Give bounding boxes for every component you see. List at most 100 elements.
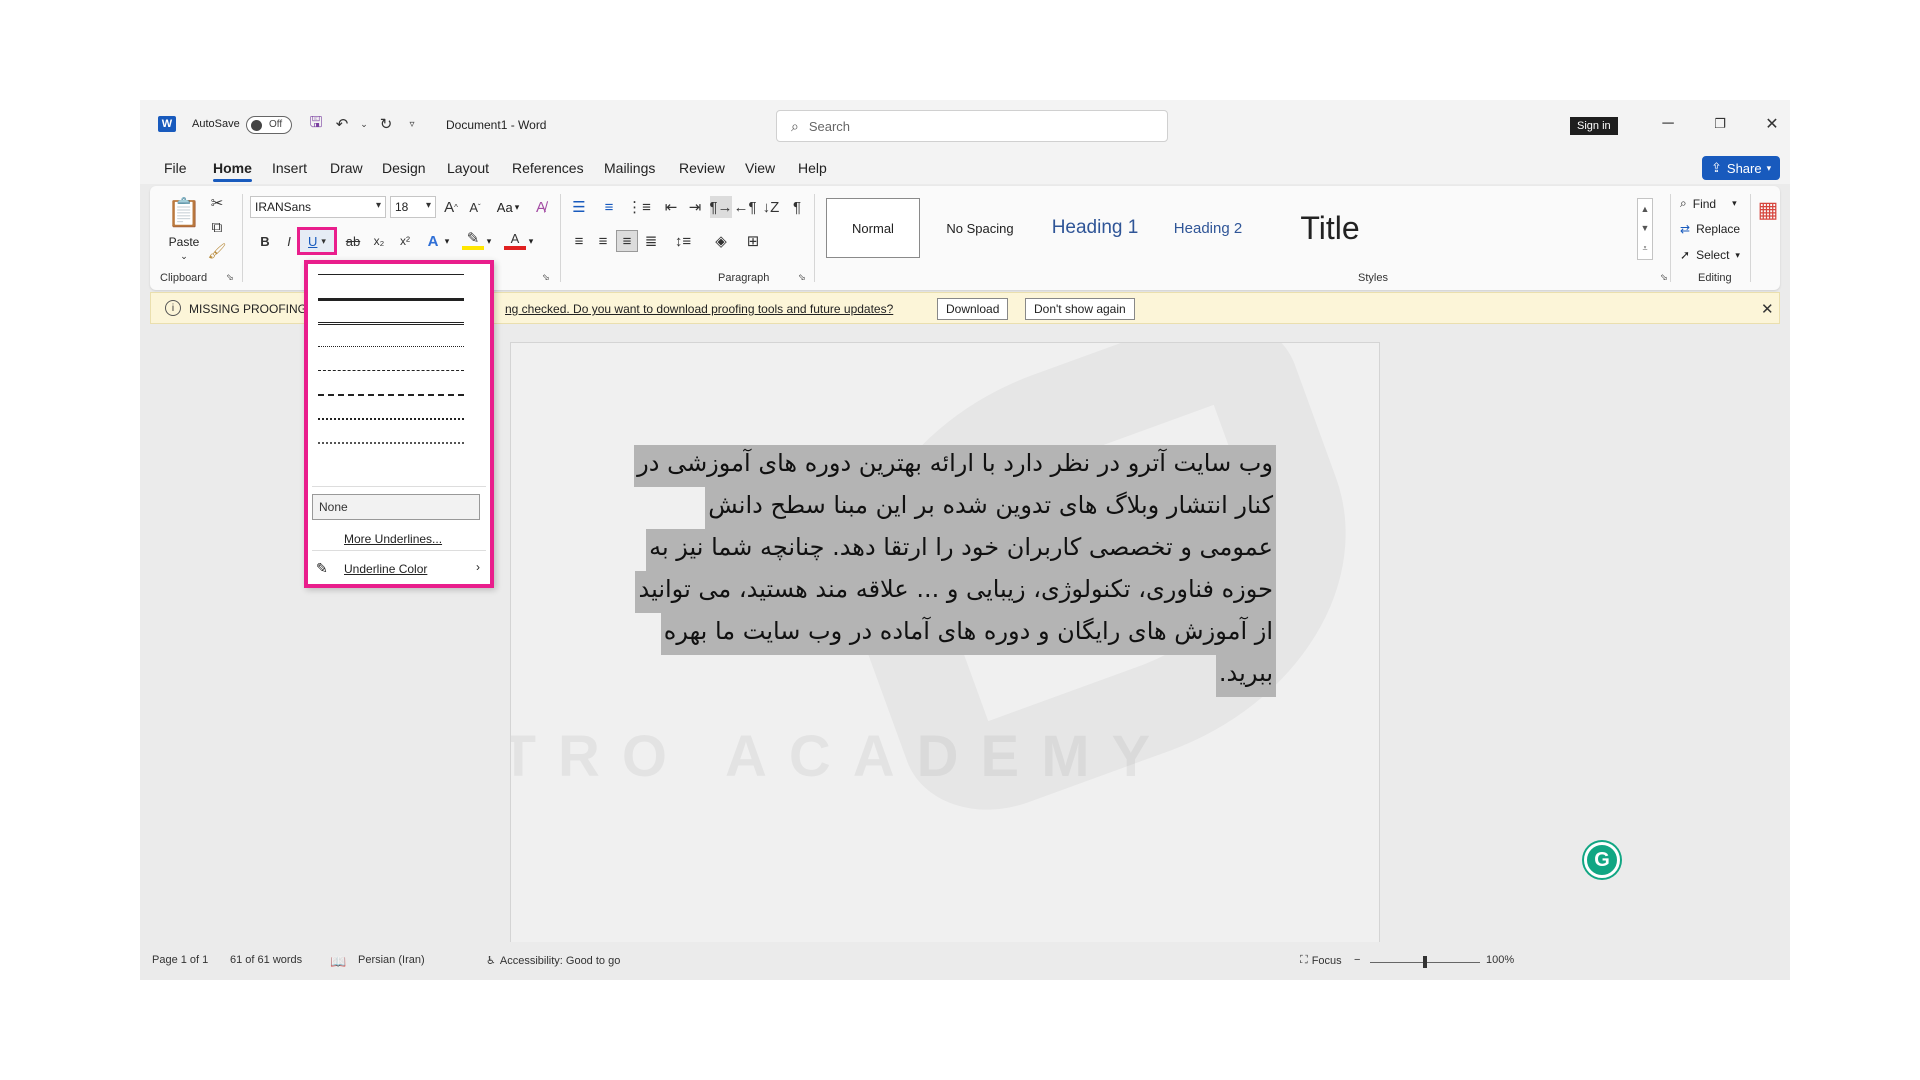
paste-icon[interactable]: 📋 — [164, 192, 204, 232]
cut-icon[interactable]: ✂ — [206, 192, 228, 214]
style-no-spacing[interactable]: No Spacing — [930, 198, 1030, 258]
numbering-icon[interactable]: ≡ — [598, 196, 620, 218]
underline-none[interactable]: None — [312, 494, 480, 520]
font-name-combo[interactable]: IRANSans ▾ — [250, 196, 386, 218]
underline-dot-dash[interactable] — [318, 394, 464, 396]
rtl-direction-icon[interactable]: ←¶ — [733, 196, 756, 218]
shrink-font-icon[interactable]: Aˇ — [464, 196, 486, 218]
tab-references[interactable]: References — [512, 160, 584, 176]
style-heading-2[interactable]: Heading 2 — [1158, 198, 1258, 258]
align-left-icon[interactable]: ≡ — [568, 230, 590, 252]
underline-dashed[interactable] — [318, 370, 464, 371]
document-line[interactable]: ببرید. — [1215, 655, 1276, 697]
dialog-launcher-icon[interactable]: ⬂ — [798, 272, 806, 283]
multilevel-list-icon[interactable]: ⋮≡ — [627, 196, 651, 218]
tab-home[interactable]: Home — [213, 160, 252, 182]
dialog-launcher-icon[interactable]: ⬂ — [226, 272, 234, 283]
replace-button[interactable]: ⇄ Replace — [1680, 222, 1740, 236]
tab-draw[interactable]: Draw — [330, 160, 363, 176]
clear-formatting-icon[interactable]: A̸ — [530, 196, 552, 218]
strikethrough-icon[interactable]: ab — [342, 230, 364, 252]
bullets-icon[interactable]: ☰ — [568, 196, 590, 218]
grow-font-icon[interactable]: A ^ — [440, 196, 462, 218]
sign-in-button[interactable]: Sign in — [1570, 117, 1618, 135]
document-line[interactable]: کنار انتشار وبلاگ های تدوین شده بر این م… — [705, 487, 1276, 529]
add-ins-icon[interactable]: ▦ — [1756, 196, 1780, 224]
chevron-down-icon[interactable]: ▾ — [484, 230, 494, 252]
justify-icon[interactable]: ≣ — [640, 230, 662, 252]
language-label[interactable]: Persian (Iran) — [358, 954, 425, 966]
underline-double[interactable] — [318, 322, 464, 325]
tab-file[interactable]: File — [164, 160, 187, 176]
tab-review[interactable]: Review — [679, 160, 725, 176]
search-box[interactable]: ⌕ Search — [776, 110, 1168, 142]
underline-dot-dot-dash[interactable] — [318, 418, 464, 420]
zoom-out-icon[interactable]: − — [1354, 954, 1360, 966]
underline-single[interactable] — [318, 274, 464, 275]
text-effects-icon[interactable]: A — [422, 230, 444, 252]
tab-mailings[interactable]: Mailings — [604, 160, 655, 176]
shading-icon[interactable]: ◈ — [710, 230, 732, 252]
zoom-level[interactable]: 100% — [1486, 954, 1514, 966]
document-line[interactable]: از آموزش های رایگان و دوره های آماده در … — [660, 613, 1276, 655]
superscript-icon[interactable]: x² — [394, 230, 416, 252]
undo-icon[interactable]: ↶ — [332, 114, 352, 134]
page-count[interactable]: Page 1 of 1 — [152, 954, 208, 966]
format-painter-icon[interactable]: 🖌 — [206, 240, 228, 262]
font-size-combo[interactable]: 18 ▾ — [390, 196, 436, 218]
document-line[interactable]: وب سایت آترو در نظر دارد با ارائه بهترین… — [634, 445, 1276, 487]
minimize-icon[interactable]: ─ — [1656, 112, 1680, 136]
chevron-down-icon[interactable]: ▾ — [442, 230, 452, 252]
more-underlines-item[interactable]: More Underlines... — [344, 532, 442, 546]
proofing-icon[interactable]: 📖 — [330, 954, 346, 970]
redo-icon[interactable]: ↻ — [376, 114, 396, 134]
find-button[interactable]: ⌕ Find ▾ — [1680, 196, 1737, 211]
styles-gallery-scroll[interactable]: ▲ ▼ ⩡ — [1637, 198, 1653, 260]
zoom-slider-thumb[interactable] — [1423, 956, 1427, 968]
underline-button[interactable]: U ▾ — [297, 227, 337, 255]
subscript-icon[interactable]: x₂ — [368, 230, 390, 252]
save-icon[interactable]: 🖫 — [306, 114, 326, 134]
underline-wave[interactable] — [318, 442, 464, 444]
style-title[interactable]: Title — [1270, 198, 1390, 258]
sort-icon[interactable]: ↓Z — [760, 196, 782, 218]
download-button[interactable]: Download — [937, 298, 1009, 320]
paste-chevron-icon[interactable]: ⌄ — [164, 250, 204, 262]
bold-icon[interactable]: B — [254, 230, 276, 252]
style-normal[interactable]: Normal — [826, 198, 920, 258]
change-case-button[interactable]: Aa ▾ — [490, 196, 526, 218]
ltr-direction-icon[interactable]: ¶→ — [709, 196, 733, 218]
restore-icon[interactable]: ❐ — [1708, 112, 1732, 136]
close-icon[interactable]: ✕ — [1761, 300, 1774, 318]
tab-layout[interactable]: Layout — [447, 160, 489, 176]
dialog-launcher-icon[interactable]: ⬂ — [542, 272, 550, 283]
align-center-icon[interactable]: ≡ — [592, 230, 614, 252]
dialog-launcher-icon[interactable]: ⬂ — [1660, 272, 1668, 283]
message-text[interactable]: ng checked. Do you want to download proo… — [505, 302, 893, 316]
undo-dropdown-icon[interactable]: ⌄ — [354, 114, 374, 134]
underline-color-item[interactable]: Underline Color — [344, 562, 427, 576]
tab-insert[interactable]: Insert — [272, 160, 307, 176]
document-line[interactable]: عمومی و تخصصی کاربران خود را ارتقا دهد. … — [646, 529, 1276, 571]
document-line[interactable]: حوزه فناوری، تکنولوژی، زیبایی و ... علاق… — [635, 571, 1276, 613]
align-right-icon[interactable]: ≡ — [616, 230, 638, 252]
copy-icon[interactable]: ⧉ — [206, 216, 228, 238]
close-icon[interactable]: ✕ — [1760, 112, 1784, 136]
autosave-toggle[interactable]: Off — [246, 116, 292, 134]
tab-help[interactable]: Help — [798, 160, 827, 176]
select-button[interactable]: ➚ Select ▾ — [1680, 248, 1740, 262]
borders-icon[interactable]: ⊞ — [742, 230, 764, 252]
dont-show-again-button[interactable]: Don't show again — [1025, 298, 1135, 320]
underline-thick[interactable] — [318, 298, 464, 301]
line-spacing-icon[interactable]: ↕≡ — [672, 230, 694, 252]
paste-label[interactable]: Paste — [164, 234, 204, 250]
style-heading-1[interactable]: Heading 1 — [1040, 198, 1150, 258]
word-count[interactable]: 61 of 61 words — [230, 954, 302, 966]
show-formatting-icon[interactable]: ¶ — [786, 196, 808, 218]
focus-button[interactable]: ⛶ Focus — [1300, 954, 1342, 967]
underline-dotted[interactable] — [318, 346, 464, 347]
customize-toolbar-icon[interactable]: ▿ — [402, 114, 422, 134]
font-color-icon[interactable]: A — [504, 230, 526, 250]
decrease-indent-icon[interactable]: ⇤ — [660, 196, 682, 218]
highlight-icon[interactable]: ✎ — [462, 230, 484, 250]
